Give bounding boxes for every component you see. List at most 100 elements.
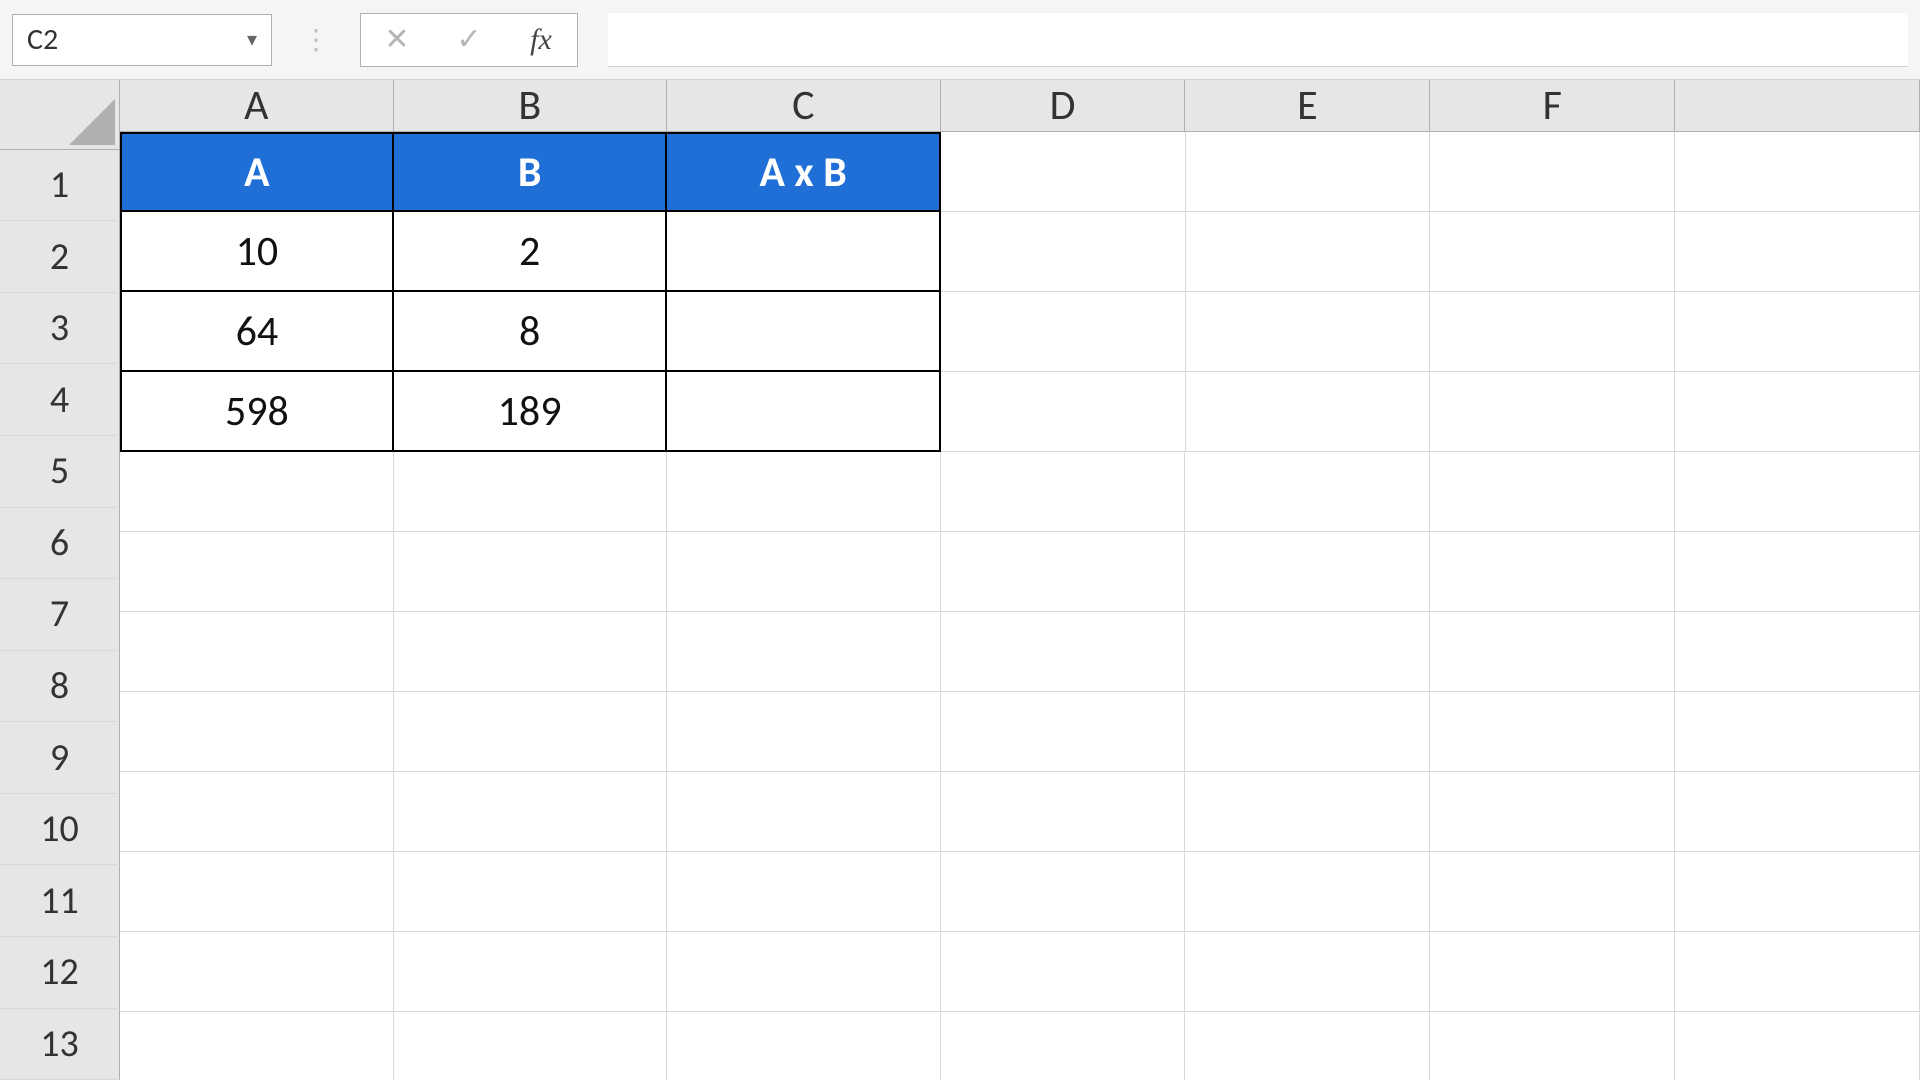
cell-D2[interactable] xyxy=(941,212,1186,292)
cell-F12[interactable] xyxy=(1430,1012,1675,1080)
cell-D1[interactable] xyxy=(941,132,1186,212)
cell-F7[interactable] xyxy=(1430,612,1675,692)
cell-C4[interactable] xyxy=(667,372,941,452)
cell-B9[interactable] xyxy=(394,772,668,852)
cell-E9[interactable] xyxy=(1185,772,1430,852)
cell-A5[interactable] xyxy=(120,452,394,532)
cell-F10[interactable] xyxy=(1430,852,1675,932)
row-header-7[interactable]: 7 xyxy=(0,579,120,651)
cell-A1[interactable]: A xyxy=(120,132,394,212)
cell-C6[interactable] xyxy=(667,532,941,612)
col-header-F[interactable]: F xyxy=(1430,80,1675,132)
cell-F8[interactable] xyxy=(1430,692,1675,772)
col-header-D[interactable]: D xyxy=(941,80,1186,132)
cell-C9[interactable] xyxy=(667,772,941,852)
row-header-3[interactable]: 3 xyxy=(0,293,120,365)
cell-E12[interactable] xyxy=(1185,1012,1430,1080)
cell-G6[interactable] xyxy=(1675,532,1920,612)
cell-C12[interactable] xyxy=(667,1012,941,1080)
cell-B10[interactable] xyxy=(394,852,668,932)
cell-F4[interactable] xyxy=(1430,372,1675,452)
cell-D10[interactable] xyxy=(941,852,1186,932)
cell-E6[interactable] xyxy=(1185,532,1430,612)
col-header-B[interactable]: B xyxy=(394,80,668,132)
select-all-corner[interactable] xyxy=(0,80,120,150)
cell-B2[interactable]: 2 xyxy=(394,212,668,292)
cell-A4[interactable]: 598 xyxy=(120,372,394,452)
cell-A11[interactable] xyxy=(120,932,394,1012)
row-header-13[interactable]: 13 xyxy=(0,1009,120,1080)
row-header-12[interactable]: 12 xyxy=(0,937,120,1009)
col-header-E[interactable]: E xyxy=(1185,80,1430,132)
cell-B12[interactable] xyxy=(394,1012,668,1080)
row-header-4[interactable]: 4 xyxy=(0,364,120,436)
cell-E11[interactable] xyxy=(1185,932,1430,1012)
cell-G4[interactable] xyxy=(1675,372,1920,452)
row-header-10[interactable]: 10 xyxy=(0,794,120,866)
cell-D11[interactable] xyxy=(941,932,1186,1012)
cell-D3[interactable] xyxy=(941,292,1186,372)
cell-F5[interactable] xyxy=(1430,452,1675,532)
row-header-6[interactable]: 6 xyxy=(0,508,120,580)
cancel-icon[interactable]: ✕ xyxy=(361,14,433,66)
cell-C2[interactable] xyxy=(667,212,941,292)
cell-G9[interactable] xyxy=(1675,772,1920,852)
cell-F6[interactable] xyxy=(1430,532,1675,612)
cell-F1[interactable] xyxy=(1430,132,1675,212)
cell-F3[interactable] xyxy=(1430,292,1675,372)
row-header-2[interactable]: 2 xyxy=(0,221,120,293)
confirm-icon[interactable]: ✓ xyxy=(433,14,505,66)
row-header-1[interactable]: 1 xyxy=(0,150,120,222)
cell-B4[interactable]: 189 xyxy=(394,372,668,452)
fx-icon[interactable]: fx xyxy=(505,14,577,66)
cell-C11[interactable] xyxy=(667,932,941,1012)
row-header-9[interactable]: 9 xyxy=(0,722,120,794)
cell-B7[interactable] xyxy=(394,612,668,692)
cell-E8[interactable] xyxy=(1185,692,1430,772)
cell-D4[interactable] xyxy=(941,372,1186,452)
cell-F2[interactable] xyxy=(1430,212,1675,292)
cell-A12[interactable] xyxy=(120,1012,394,1080)
cell-E2[interactable] xyxy=(1186,212,1431,292)
cell-B5[interactable] xyxy=(394,452,668,532)
cell-G12[interactable] xyxy=(1675,1012,1920,1080)
chevron-down-icon[interactable]: ▾ xyxy=(247,27,257,52)
cell-A10[interactable] xyxy=(120,852,394,932)
cell-E1[interactable] xyxy=(1186,132,1431,212)
cell-G8[interactable] xyxy=(1675,692,1920,772)
formula-input[interactable] xyxy=(608,13,1908,67)
cell-A6[interactable] xyxy=(120,532,394,612)
cell-F9[interactable] xyxy=(1430,772,1675,852)
cell-G3[interactable] xyxy=(1675,292,1920,372)
cell-B6[interactable] xyxy=(394,532,668,612)
cell-B3[interactable]: 8 xyxy=(394,292,668,372)
cell-G2[interactable] xyxy=(1675,212,1920,292)
row-header-5[interactable]: 5 xyxy=(0,436,120,508)
cell-F11[interactable] xyxy=(1430,932,1675,1012)
col-header-extra[interactable] xyxy=(1675,80,1920,132)
cell-E3[interactable] xyxy=(1186,292,1431,372)
row-header-11[interactable]: 11 xyxy=(0,865,120,937)
col-header-A[interactable]: A xyxy=(120,80,394,132)
cell-D5[interactable] xyxy=(941,452,1186,532)
cell-A2[interactable]: 10 xyxy=(120,212,394,292)
cell-D6[interactable] xyxy=(941,532,1186,612)
cell-G1[interactable] xyxy=(1675,132,1920,212)
cell-E7[interactable] xyxy=(1185,612,1430,692)
cell-C10[interactable] xyxy=(667,852,941,932)
cell-D12[interactable] xyxy=(941,1012,1186,1080)
cell-D7[interactable] xyxy=(941,612,1186,692)
cell-E10[interactable] xyxy=(1185,852,1430,932)
cell-E5[interactable] xyxy=(1185,452,1430,532)
cell-C8[interactable] xyxy=(667,692,941,772)
cell-G10[interactable] xyxy=(1675,852,1920,932)
col-header-C[interactable]: C xyxy=(667,80,941,132)
cell-D9[interactable] xyxy=(941,772,1186,852)
cell-G5[interactable] xyxy=(1675,452,1920,532)
cell-A9[interactable] xyxy=(120,772,394,852)
cell-E4[interactable] xyxy=(1186,372,1431,452)
cell-A7[interactable] xyxy=(120,612,394,692)
cell-C1[interactable]: A x B xyxy=(667,132,941,212)
name-box[interactable]: C2 ▾ xyxy=(12,14,272,66)
cell-C5[interactable] xyxy=(667,452,941,532)
